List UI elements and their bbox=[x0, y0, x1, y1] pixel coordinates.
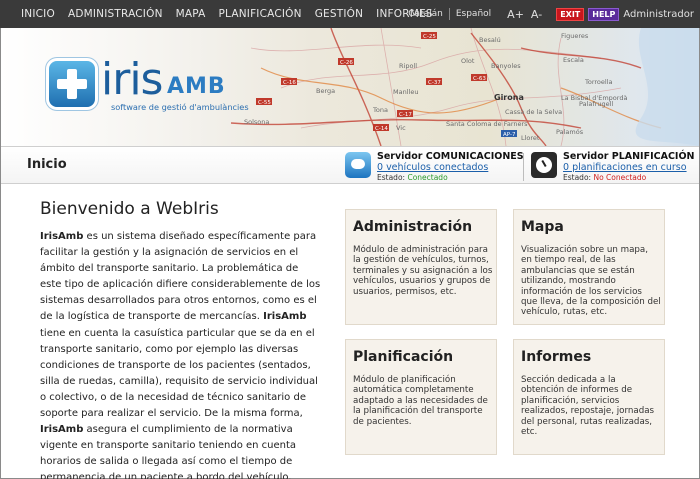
road-c25: C-25 bbox=[423, 34, 436, 40]
status-bar: Inicio Servidor COMUNICACIONES 0 vehícul… bbox=[1, 146, 699, 184]
card-administracion[interactable]: Administración Módulo de administración … bbox=[345, 209, 497, 325]
welcome-title: Bienvenido a WebIris bbox=[40, 199, 219, 219]
card-title: Planificación bbox=[353, 349, 454, 365]
road-c17: C-17 bbox=[399, 112, 412, 118]
nav-item-mapa[interactable]: MAPA bbox=[176, 8, 206, 20]
state-value-connected: Conectado bbox=[407, 173, 448, 182]
road-c63: C-63 bbox=[473, 76, 486, 82]
irisamb-logo: iris AMB software de gestió d'ambulàncie… bbox=[49, 54, 249, 138]
card-title: Administración bbox=[353, 219, 473, 235]
active-plans-link[interactable]: 0 planificaciones en curso bbox=[563, 162, 687, 173]
map-label-santa-coloma: Santa Coloma de Farners bbox=[446, 120, 528, 128]
intro-paragraph: IrisAmb es un sistema diseñado específic… bbox=[40, 229, 322, 479]
header-banner: Berga Solsona Ripoll Vic Manlleu Olot Be… bbox=[1, 28, 699, 146]
road-c14: C-14 bbox=[375, 126, 388, 132]
map-label-ripoll: Ripoll bbox=[399, 62, 417, 70]
intro-bold-3: IrisAmb bbox=[40, 424, 84, 436]
road-c55: C-55 bbox=[258, 100, 271, 106]
font-decrease-button[interactable]: A- bbox=[531, 8, 542, 21]
map-label-girona: Girona bbox=[494, 93, 524, 102]
language-divider bbox=[448, 8, 450, 20]
road-c37: C-37 bbox=[428, 80, 441, 86]
server-planning-state: Estado: No Conectado bbox=[563, 173, 646, 182]
map-label-vic: Vic bbox=[396, 124, 406, 132]
nav-toolbar: Catalán Español A+ A- EXIT HELP Administ… bbox=[408, 0, 694, 28]
map-label-olot: Olot bbox=[461, 57, 475, 65]
user-name: Administrador bbox=[623, 8, 694, 20]
map-label-escala: Escala bbox=[563, 56, 584, 64]
logo-text-amb: AMB bbox=[167, 74, 226, 99]
state-label: Estado: bbox=[563, 173, 592, 182]
language-spanish-link[interactable]: Español bbox=[456, 9, 491, 19]
help-button[interactable]: HELP bbox=[588, 7, 620, 21]
card-mapa[interactable]: Mapa Visualización sobre un mapa, en tie… bbox=[513, 209, 665, 325]
chat-bubble-icon bbox=[345, 152, 371, 178]
map-label-bisbal: La Bisbal d'Empordà bbox=[561, 94, 627, 102]
server-communications-name: Servidor COMUNICACIONES bbox=[377, 151, 524, 162]
logo-tagline: software de gestió d'ambulàncies bbox=[111, 102, 249, 112]
map-label-tona: Tona bbox=[372, 106, 388, 114]
nav-item-gestion[interactable]: GESTIÓN bbox=[315, 8, 363, 20]
clock-icon bbox=[531, 152, 557, 178]
road-c16: C-16 bbox=[283, 80, 296, 86]
map-label-figueres: Figueres bbox=[561, 32, 589, 40]
card-informes[interactable]: Informes Sección dedicada a la obtención… bbox=[513, 339, 665, 455]
server-communications-state: Estado: Conectado bbox=[377, 173, 448, 182]
medical-cross-icon bbox=[49, 61, 95, 107]
server-divider bbox=[523, 153, 524, 181]
server-planning: Servidor PLANIFICACIÓN 0 planificaciones… bbox=[531, 151, 696, 182]
intro-bold-2: IrisAmb bbox=[263, 311, 307, 323]
connected-vehicles-link[interactable]: 0 vehículos conectados bbox=[377, 162, 488, 173]
map-label-banyoles: Banyoles bbox=[491, 62, 521, 70]
map-label-solsona: Solsona bbox=[244, 118, 269, 126]
intro-bold-1: IrisAmb bbox=[40, 231, 84, 242]
map-label-berga: Berga bbox=[316, 87, 335, 95]
map-label-palamos: Palamós bbox=[556, 128, 584, 136]
map-label-cassa: Cassà de la Selva bbox=[505, 108, 562, 116]
font-increase-button[interactable]: A+ bbox=[507, 8, 524, 21]
page-title: Inicio bbox=[27, 157, 67, 172]
road-ap7: AP-7 bbox=[503, 132, 516, 138]
map-label-lloret: Lloret bbox=[521, 134, 540, 142]
state-label: Estado: bbox=[377, 173, 406, 182]
map-label-torroella: Torroella bbox=[584, 78, 613, 86]
exit-button[interactable]: EXIT bbox=[556, 7, 585, 21]
server-planning-name: Servidor PLANIFICACIÓN bbox=[563, 151, 695, 162]
main-menu: INICIO ADMINISTRACIÓN MAPA PLANIFICACIÓN… bbox=[21, 8, 446, 20]
nav-item-inicio[interactable]: INICIO bbox=[21, 8, 55, 20]
card-planificacion[interactable]: Planificación Módulo de planificación au… bbox=[345, 339, 497, 455]
card-title: Mapa bbox=[521, 219, 564, 235]
state-value-disconnected: No Conectado bbox=[593, 173, 647, 182]
card-description: Módulo de planificación automática compl… bbox=[353, 375, 488, 427]
intro-text-2: tiene en cuenta la casuística particular… bbox=[40, 327, 318, 420]
map-label-besalu: Besalú bbox=[479, 36, 501, 44]
road-c26: C-26 bbox=[340, 60, 353, 66]
server-communications: Servidor COMUNICACIONES 0 vehículos cone… bbox=[345, 151, 524, 182]
card-description: Módulo de administración para la gestión… bbox=[353, 245, 493, 297]
card-description: Visualización sobre un mapa, en tiempo r… bbox=[521, 245, 661, 318]
intro-text-1: es un sistema diseñado específicamente p… bbox=[40, 231, 321, 323]
top-navigation: INICIO ADMINISTRACIÓN MAPA PLANIFICACIÓN… bbox=[0, 0, 700, 28]
card-title: Informes bbox=[521, 349, 592, 365]
nav-item-planificacion[interactable]: PLANIFICACIÓN bbox=[219, 8, 302, 20]
logo-text-iris: iris bbox=[101, 54, 163, 105]
language-catalan-link[interactable]: Catalán bbox=[408, 9, 443, 19]
map-label-manlleu: Manlleu bbox=[393, 88, 418, 96]
card-description: Sección dedicada a la obtención de infor… bbox=[521, 375, 655, 438]
nav-item-administracion[interactable]: ADMINISTRACIÓN bbox=[68, 8, 163, 20]
